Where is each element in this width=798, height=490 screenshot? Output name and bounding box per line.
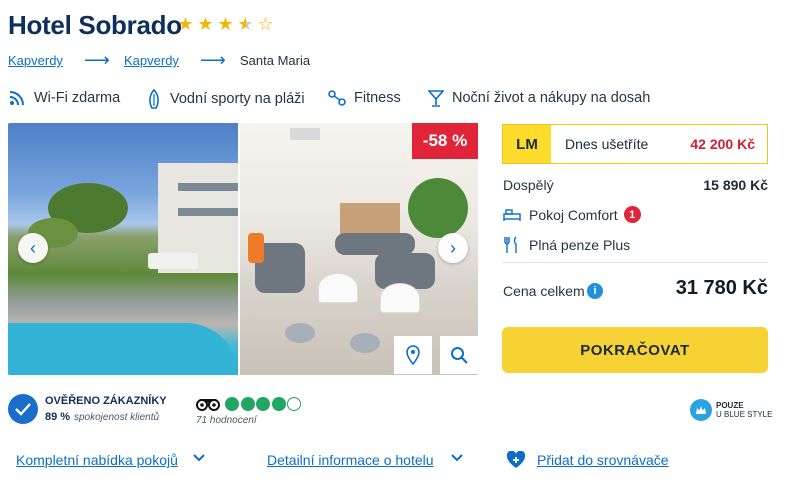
fitness-icon	[328, 90, 346, 106]
savings-value: 42 200 Kč	[690, 136, 755, 152]
chevron-down-icon[interactable]	[192, 450, 206, 469]
cocktail-icon	[428, 90, 444, 107]
chevron-down-icon[interactable]	[450, 450, 464, 469]
room-type: Pokoj Comfort 1	[503, 206, 641, 223]
cutlery-icon	[504, 236, 517, 253]
hotel-title: Hotel Sobrado	[8, 10, 182, 40]
breadcrumb-city: Santa Maria	[240, 53, 311, 68]
feature-fitness: Fitness	[328, 89, 401, 107]
feature-label: Wi-Fi zdarma	[34, 90, 121, 106]
crown-icon	[690, 399, 712, 421]
rating-dot-empty-icon	[287, 397, 301, 411]
zoom-button[interactable]	[440, 336, 478, 374]
feature-label: Fitness	[354, 90, 401, 106]
star-rating: ★ ★ ★ ★ ☆	[176, 14, 276, 35]
arrow-right-icon: ⟶	[84, 50, 110, 70]
review-count[interactable]: 71 hodnocení	[196, 415, 257, 426]
adult-label: Dospělý	[503, 177, 554, 193]
feature-label: Noční život a nákupy na dosah	[452, 90, 651, 106]
rating-dot-filled-icon	[225, 397, 239, 411]
breadcrumb-country[interactable]: Kapverdy	[8, 53, 63, 68]
verified-title: OVĚŘENO ZÁKAZNÍKY	[45, 395, 167, 407]
feature-label: Vodní sporty na pláži	[170, 91, 305, 107]
last-minute-savings: LM Dnes ušetříte 42 200 Kč	[502, 124, 768, 164]
rating-dot-filled-icon	[256, 397, 270, 411]
blue-style-line2: U BLUE STYLE	[716, 410, 773, 419]
star-icon: ★	[217, 14, 235, 34]
star-empty-icon: ☆	[257, 14, 275, 34]
arrow-right-icon: ⟶	[200, 50, 226, 70]
breadcrumb-region[interactable]: Kapverdy	[124, 53, 179, 68]
star-icon: ★	[177, 14, 195, 34]
rooms-link[interactable]: Kompletní nabídka pokojů	[16, 452, 178, 468]
chevron-right-icon: ›	[450, 237, 456, 258]
total-price: 31 780 Kč	[675, 277, 768, 299]
feature-wifi: Wi-Fi zdarma	[8, 89, 120, 107]
heart-plus-icon[interactable]	[506, 450, 526, 474]
rating-dot-filled-icon	[271, 397, 286, 411]
compare-link[interactable]: Přidat do srovnávače	[537, 452, 669, 468]
rating-dot-filled-icon	[240, 397, 255, 411]
tripadvisor-owl-icon	[196, 399, 220, 411]
board-type: Plná penze Plus	[503, 236, 630, 254]
divider	[502, 262, 768, 263]
satisfaction-label: spokojenost klientů	[74, 412, 160, 423]
lm-badge: LM	[503, 125, 551, 163]
gallery-next-button[interactable]: ›	[438, 233, 468, 263]
chevron-left-icon: ‹	[30, 237, 36, 258]
search-icon	[451, 347, 468, 364]
gallery-prev-button[interactable]: ‹	[18, 233, 48, 263]
map-button[interactable]	[394, 336, 432, 374]
feature-nightlife: Noční život a nákupy na dosah	[428, 89, 650, 107]
continue-button[interactable]: POKRAČOVAT	[502, 327, 768, 373]
blue-style-line1: POUZE	[716, 401, 744, 410]
check-badge-icon	[8, 394, 38, 424]
map-pin-icon	[406, 345, 420, 365]
star-half-icon: ★	[237, 14, 255, 34]
discount-badge: -58 %	[412, 123, 478, 159]
room-count-badge: 1	[623, 206, 641, 223]
satisfaction-percent: 89 %	[45, 411, 71, 423]
savings-label: Dnes ušetříte	[565, 136, 649, 152]
bed-icon	[503, 208, 521, 221]
star-icon: ★	[197, 14, 215, 34]
surfboard-icon	[149, 89, 159, 109]
adult-price: 15 890 Kč	[703, 177, 768, 193]
feature-water-sports: Vodní sporty na pláži	[146, 89, 305, 109]
details-link[interactable]: Detailní informace o hotelu	[267, 452, 434, 468]
wifi-icon	[9, 91, 24, 106]
board-label: Plná penze Plus	[529, 237, 631, 253]
tripadvisor-rating	[225, 397, 303, 411]
total-label: Cena celkem	[503, 283, 585, 299]
room-label: Pokoj Comfort	[529, 206, 618, 223]
